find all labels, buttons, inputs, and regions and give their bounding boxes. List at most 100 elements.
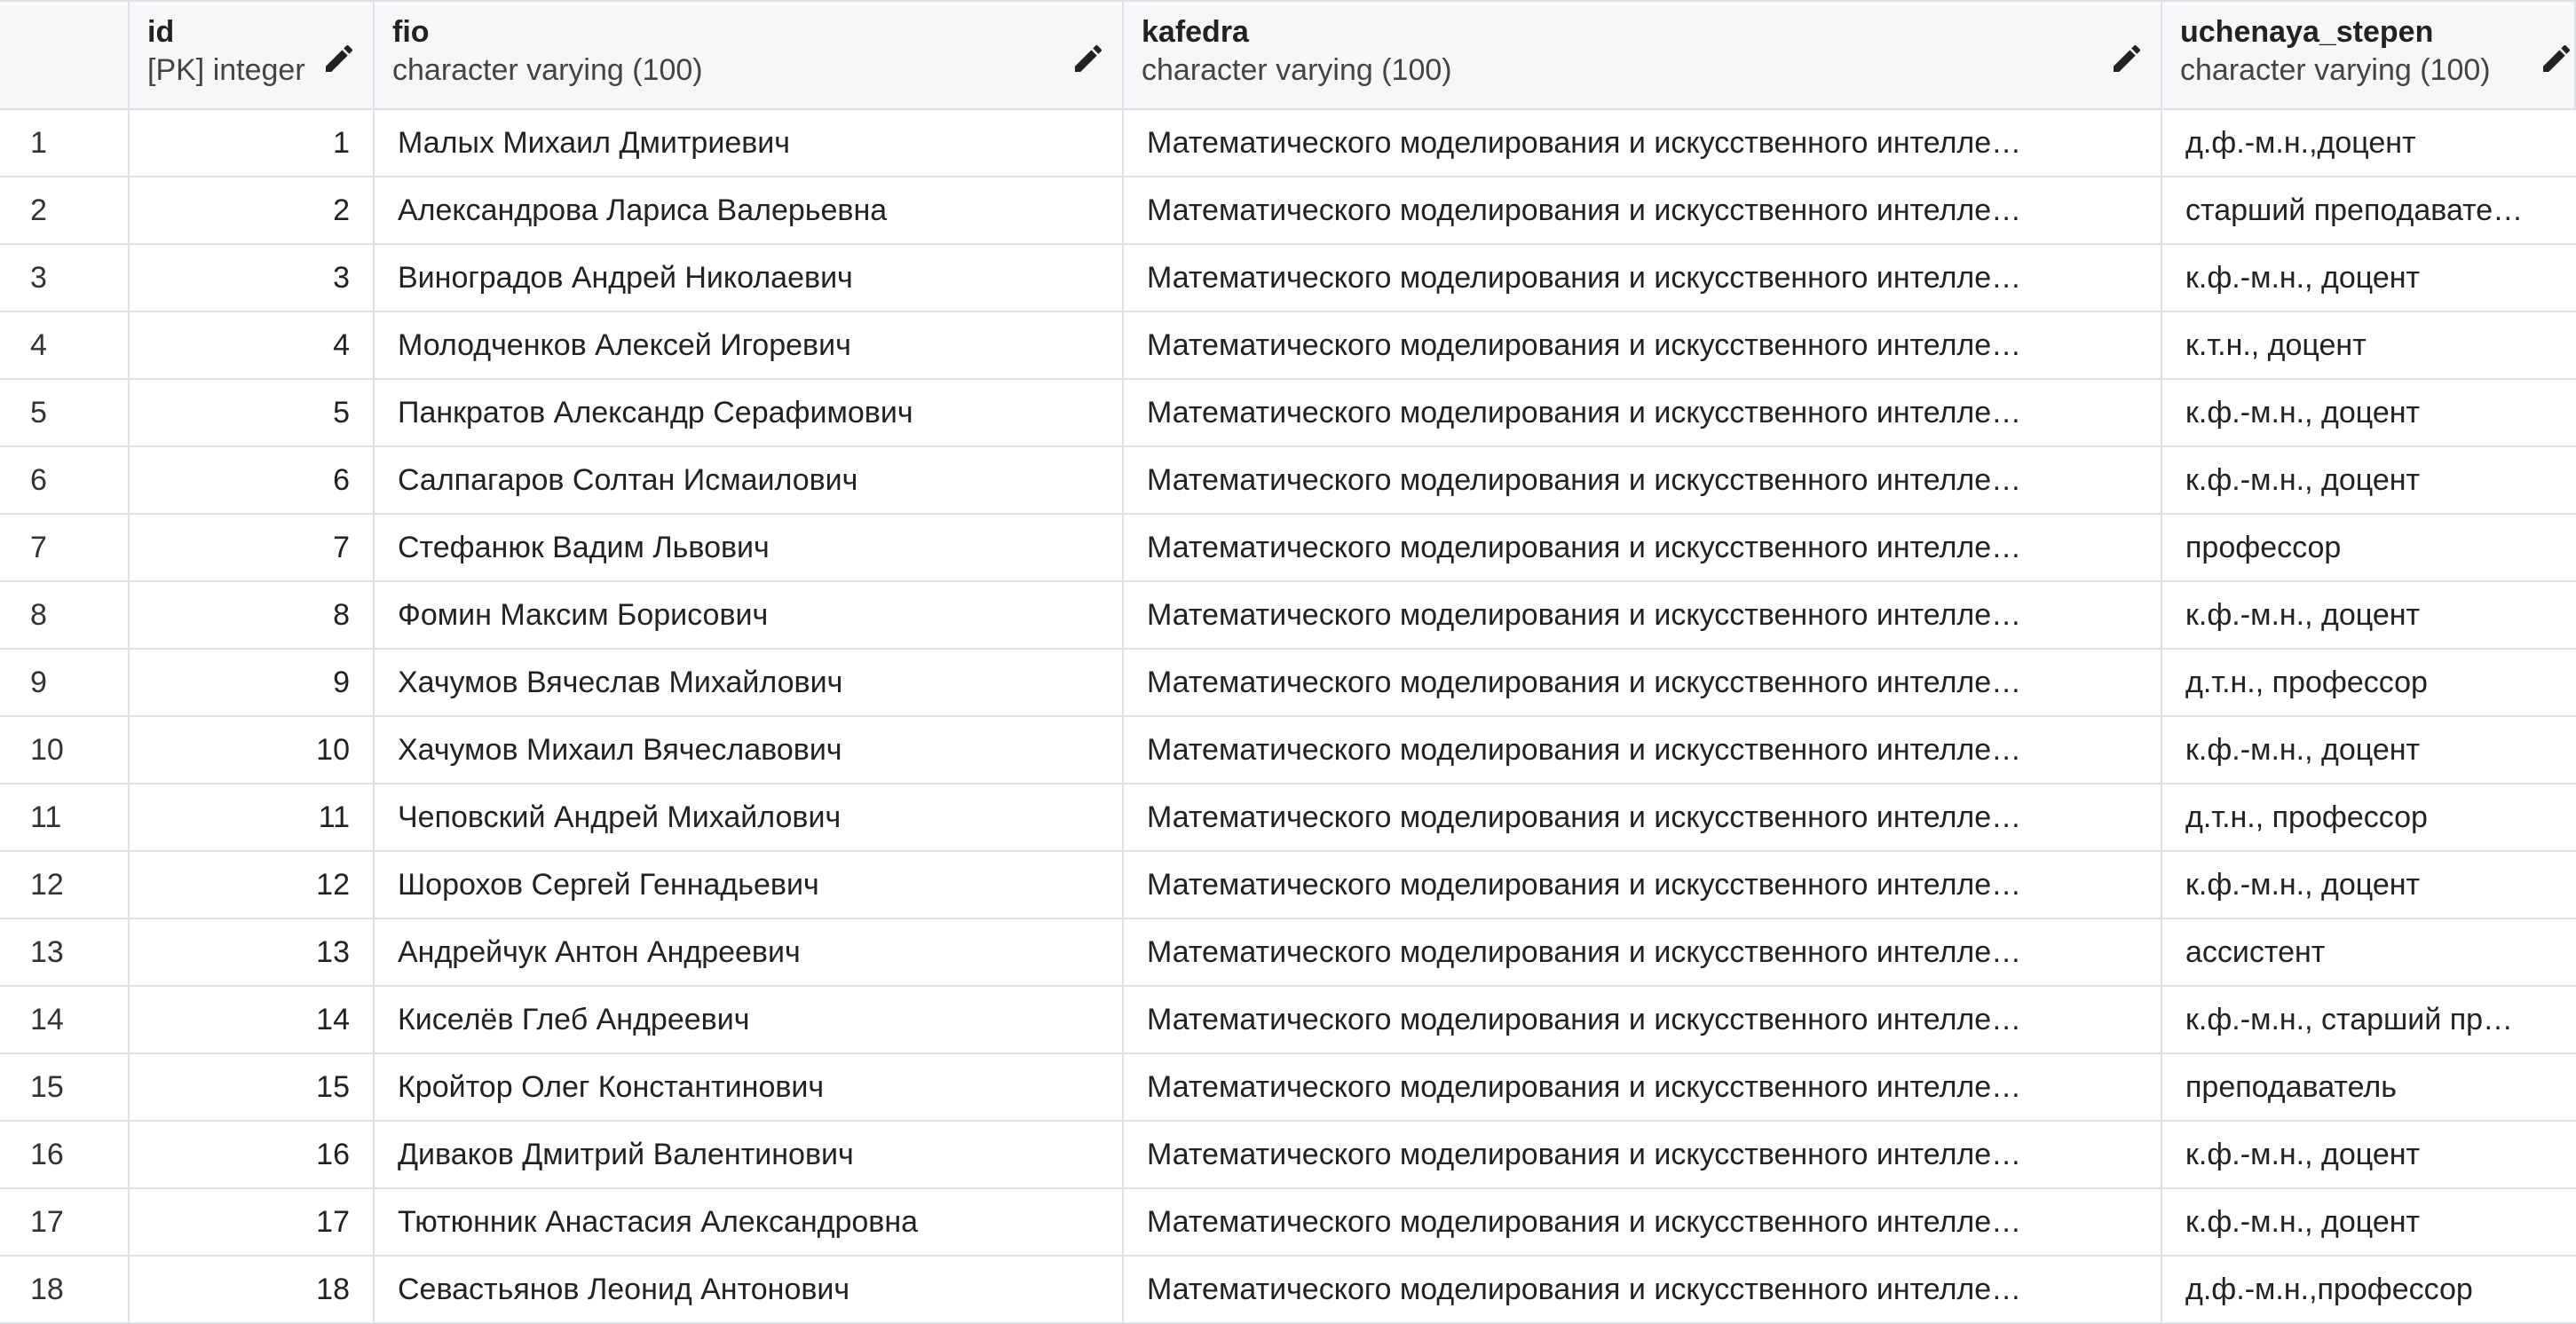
kafedra-cell[interactable]: Математического моделирования и искусств… <box>1124 582 2162 648</box>
kafedra-cell[interactable]: Математического моделирования и искусств… <box>1124 852 2162 918</box>
row-number-cell[interactable]: 11 <box>0 784 130 850</box>
table-row[interactable]: 5 5 Панкратов Александр Серафимович Математ… <box>0 380 2576 447</box>
id-cell[interactable]: 14 <box>130 987 375 1052</box>
uchenaya-stepen-cell[interactable]: к.ф.-м.н., доцент <box>2162 447 2576 513</box>
fio-cell[interactable]: Шорохов Сергей Геннадьевич <box>375 852 1124 918</box>
table-row[interactable]: 4 4 Молодченков Алексей Игоревич Математиче… <box>0 312 2576 380</box>
table-row[interactable]: 7 7 Стефанюк Вадим Львович Математического … <box>0 515 2576 582</box>
fio-cell[interactable]: Молодченков Алексей Игоревич <box>375 312 1124 378</box>
row-number-cell[interactable]: 4 <box>0 312 130 378</box>
kafedra-cell[interactable]: Математического моделирования и искусств… <box>1124 1257 2162 1322</box>
fio-cell[interactable]: Чеповский Андрей Михайлович <box>375 784 1124 850</box>
kafedra-cell[interactable]: Математического моделирования и искусств… <box>1124 717 2162 783</box>
pencil-icon[interactable] <box>2109 41 2145 76</box>
id-cell[interactable]: 16 <box>130 1122 375 1187</box>
pencil-icon[interactable] <box>2539 41 2574 76</box>
uchenaya-stepen-cell[interactable]: д.т.н., профессор <box>2162 784 2576 850</box>
fio-cell[interactable]: Севастьянов Леонид Антонович <box>375 1257 1124 1322</box>
uchenaya-stepen-cell[interactable]: к.ф.-м.н., доцент <box>2162 582 2576 648</box>
row-number-cell[interactable]: 10 <box>0 717 130 783</box>
kafedra-cell[interactable]: Математического моделирования и искусств… <box>1124 919 2162 985</box>
table-row[interactable]: 12 12 Шорохов Сергей Геннадьевич Математиче… <box>0 852 2576 919</box>
table-row[interactable]: 17 17 Тютюнник Анастасия Александровна Мате… <box>0 1189 2576 1257</box>
table-row[interactable]: 10 10 Хачумов Михаил Вячеславович Математич… <box>0 717 2576 784</box>
pencil-icon[interactable] <box>1071 41 1106 76</box>
fio-cell[interactable]: Панкратов Александр Серафимович <box>375 380 1124 445</box>
table-row[interactable]: 6 6 Салпагаров Солтан Исмаилович Математиче… <box>0 447 2576 515</box>
id-cell[interactable]: 13 <box>130 919 375 985</box>
kafedra-cell[interactable]: Математического моделирования и искусств… <box>1124 447 2162 513</box>
table-row[interactable]: 11 11 Чеповский Андрей Михайлович Математич… <box>0 784 2576 852</box>
uchenaya-stepen-cell[interactable]: к.ф.-м.н., доцент <box>2162 1122 2576 1187</box>
id-cell[interactable]: 11 <box>130 784 375 850</box>
column-header-id[interactable]: id [PK] integer <box>130 2 375 108</box>
row-number-cell[interactable]: 12 <box>0 852 130 918</box>
uchenaya-stepen-cell[interactable]: к.т.н., доцент <box>2162 312 2576 378</box>
id-cell[interactable]: 4 <box>130 312 375 378</box>
id-cell[interactable]: 10 <box>130 717 375 783</box>
row-number-cell[interactable]: 14 <box>0 987 130 1052</box>
id-cell[interactable]: 17 <box>130 1189 375 1255</box>
kafedra-cell[interactable]: Математического моделирования и искусств… <box>1124 515 2162 580</box>
table-row[interactable]: 1 1 Малых Михаил Дмитриевич Математического… <box>0 110 2576 177</box>
row-number-cell[interactable]: 8 <box>0 582 130 648</box>
fio-cell[interactable]: Хачумов Михаил Вячеславович <box>375 717 1124 783</box>
id-cell[interactable]: 8 <box>130 582 375 648</box>
id-cell[interactable]: 5 <box>130 380 375 445</box>
fio-cell[interactable]: Салпагаров Солтан Исмаилович <box>375 447 1124 513</box>
uchenaya-stepen-cell[interactable]: старший преподавате… <box>2162 177 2576 243</box>
fio-cell[interactable]: Александрова Лариса Валерьевна <box>375 177 1124 243</box>
table-row[interactable]: 9 9 Хачумов Вячеслав Михайлович Математичес… <box>0 650 2576 717</box>
uchenaya-stepen-cell[interactable]: к.ф.-м.н., доцент <box>2162 717 2576 783</box>
id-cell[interactable]: 15 <box>130 1054 375 1120</box>
fio-cell[interactable]: Андрейчук Антон Андреевич <box>375 919 1124 985</box>
fio-cell[interactable]: Тютюнник Анастасия Александровна <box>375 1189 1124 1255</box>
kafedra-cell[interactable]: Математического моделирования и искусств… <box>1124 784 2162 850</box>
kafedra-cell[interactable]: Математического моделирования и искусств… <box>1124 650 2162 715</box>
table-row[interactable]: 2 2 Александрова Лариса Валерьевна Математи… <box>0 177 2576 245</box>
kafedra-cell[interactable]: Математического моделирования и искусств… <box>1124 380 2162 445</box>
kafedra-cell[interactable]: Математического моделирования и искусств… <box>1124 312 2162 378</box>
id-cell[interactable]: 18 <box>130 1257 375 1322</box>
row-number-cell[interactable]: 1 <box>0 110 130 176</box>
fio-cell[interactable]: Диваков Дмитрий Валентинович <box>375 1122 1124 1187</box>
fio-cell[interactable]: Виноградов Андрей Николаевич <box>375 245 1124 311</box>
fio-cell[interactable]: Киселёв Глеб Андреевич <box>375 987 1124 1052</box>
row-number-cell[interactable]: 7 <box>0 515 130 580</box>
row-number-header[interactable] <box>0 2 130 108</box>
kafedra-cell[interactable]: Математического моделирования и искусств… <box>1124 177 2162 243</box>
row-number-cell[interactable]: 6 <box>0 447 130 513</box>
row-number-cell[interactable]: 5 <box>0 380 130 445</box>
kafedra-cell[interactable]: Математического моделирования и искусств… <box>1124 1054 2162 1120</box>
pencil-icon[interactable] <box>321 41 357 76</box>
row-number-cell[interactable]: 9 <box>0 650 130 715</box>
id-cell[interactable]: 6 <box>130 447 375 513</box>
fio-cell[interactable]: Кройтор Олег Константинович <box>375 1054 1124 1120</box>
row-number-cell[interactable]: 18 <box>0 1257 130 1322</box>
kafedra-cell[interactable]: Математического моделирования и искусств… <box>1124 1189 2162 1255</box>
uchenaya-stepen-cell[interactable]: к.ф.-м.н., старший пр… <box>2162 987 2576 1052</box>
uchenaya-stepen-cell[interactable]: д.ф.-м.н.,профессор <box>2162 1257 2576 1322</box>
kafedra-cell[interactable]: Математического моделирования и искусств… <box>1124 1122 2162 1187</box>
row-number-cell[interactable]: 15 <box>0 1054 130 1120</box>
fio-cell[interactable]: Малых Михаил Дмитриевич <box>375 110 1124 176</box>
id-cell[interactable]: 12 <box>130 852 375 918</box>
id-cell[interactable]: 7 <box>130 515 375 580</box>
row-number-cell[interactable]: 2 <box>0 177 130 243</box>
table-row[interactable]: 3 3 Виноградов Андрей Николаевич Математиче… <box>0 245 2576 312</box>
table-row[interactable]: 18 18 Севастьянов Леонид Антонович Математи… <box>0 1257 2576 1324</box>
table-row[interactable]: 16 16 Диваков Дмитрий Валентинович Математи… <box>0 1122 2576 1189</box>
fio-cell[interactable]: Фомин Максим Борисович <box>375 582 1124 648</box>
kafedra-cell[interactable]: Математического моделирования и искусств… <box>1124 110 2162 176</box>
id-cell[interactable]: 1 <box>130 110 375 176</box>
uchenaya-stepen-cell[interactable]: профессор <box>2162 515 2576 580</box>
uchenaya-stepen-cell[interactable]: к.ф.-м.н., доцент <box>2162 1189 2576 1255</box>
fio-cell[interactable]: Стефанюк Вадим Львович <box>375 515 1124 580</box>
kafedra-cell[interactable]: Математического моделирования и искусств… <box>1124 245 2162 311</box>
row-number-cell[interactable]: 3 <box>0 245 130 311</box>
uchenaya-stepen-cell[interactable]: к.ф.-м.н., доцент <box>2162 245 2576 311</box>
uchenaya-stepen-cell[interactable]: к.ф.-м.н., доцент <box>2162 852 2576 918</box>
uchenaya-stepen-cell[interactable]: д.т.н., профессор <box>2162 650 2576 715</box>
id-cell[interactable]: 3 <box>130 245 375 311</box>
row-number-cell[interactable]: 16 <box>0 1122 130 1187</box>
